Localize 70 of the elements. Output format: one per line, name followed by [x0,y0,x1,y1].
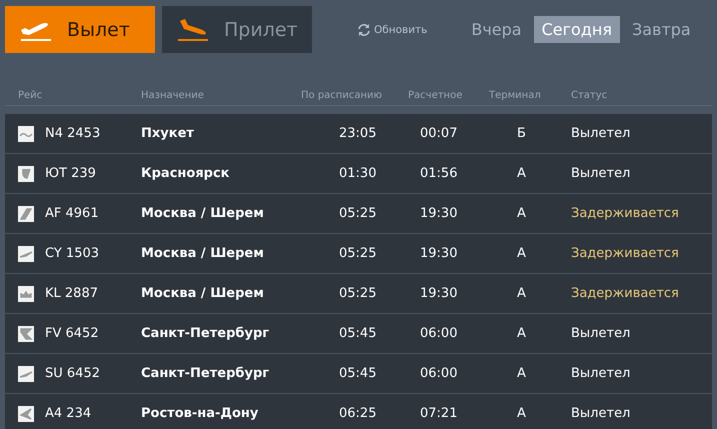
flight-status: Вылетел [571,126,632,141]
flight-status: Вылетел [571,406,632,421]
scheduled-time: 05:25 [338,246,378,261]
flight-number: AF 4961 [45,206,99,221]
airline-logo-icon [18,166,34,182]
destination: Москва / Шерем [141,206,265,221]
column-header: Терминал [489,90,542,100]
destination: Санкт-Петербург [141,366,270,381]
day-tab[interactable]: Сегодня [534,16,620,43]
destination: Красноярск [141,166,231,181]
terminal: А [516,246,527,261]
scheduled-time: 06:25 [338,406,378,421]
column-header: Расчетное [408,90,464,100]
estimated-time: 07:21 [419,406,458,421]
terminal: А [516,206,527,221]
column-header: Назначение [141,90,205,100]
column-header: По расписанию [301,90,383,100]
scheduled-time: 05:25 [338,206,378,221]
estimated-time: 19:30 [419,246,458,261]
flight-number: SU 6452 [45,366,100,381]
estimated-time: 19:30 [419,206,458,221]
flight-number: ЮТ 239 [45,166,96,181]
refresh-icon [357,22,371,36]
terminal: А [516,366,527,381]
destination: Ростов-на-Дону [141,406,260,421]
terminal: А [516,326,527,341]
landing-icon [176,16,210,42]
terminal: А [516,286,527,301]
flight-number: N4 2453 [45,126,100,141]
flight-status: Задерживается [571,206,680,221]
estimated-time: 19:30 [419,286,458,301]
airline-logo-icon [18,326,34,342]
flight-status: Задерживается [571,286,680,301]
destination: Пхукет [141,126,195,141]
flight-status: Вылетел [571,366,632,381]
airline-logo-icon [18,286,34,302]
column-header: Рейс [18,90,44,100]
estimated-time: 01:56 [419,166,458,181]
destination: Москва / Шерем [141,246,265,261]
scheduled-time: 05:45 [338,326,378,341]
flight-status: Вылетел [571,326,632,341]
airline-logo-icon [18,366,34,382]
airline-logo-icon [18,406,34,422]
flight-number: KL 2887 [45,286,98,301]
scheduled-time: 05:25 [338,286,378,301]
scheduled-time: 01:30 [338,166,378,181]
flight-number: CY 1503 [45,246,100,261]
destination: Москва / Шерем [141,286,265,301]
airline-logo-icon [18,206,34,222]
scheduled-time: 05:45 [338,366,378,381]
direction-tab[interactable]: Прилет [162,6,312,53]
flight-number: A4 234 [45,406,92,421]
flight-status: Вылетел [571,166,632,181]
column-header: Статус [571,90,608,100]
terminal: А [516,406,527,421]
airline-logo-icon [18,246,34,262]
refresh-button[interactable]: Обновить [357,22,428,36]
estimated-time: 00:07 [419,126,458,141]
scheduled-time: 23:05 [338,126,378,141]
estimated-time: 06:00 [419,366,458,381]
day-tab[interactable]: Вчера [463,16,530,43]
direction-tab[interactable]: Вылет [5,6,155,53]
airline-logo-icon [18,126,34,142]
estimated-time: 06:00 [419,326,458,341]
day-tab[interactable]: Завтра [624,16,699,43]
terminal: Б [516,126,527,141]
destination: Санкт-Петербург [141,326,270,341]
flight-number: FV 6452 [45,326,99,341]
terminal: А [516,166,527,181]
flight-status: Задерживается [571,246,680,261]
